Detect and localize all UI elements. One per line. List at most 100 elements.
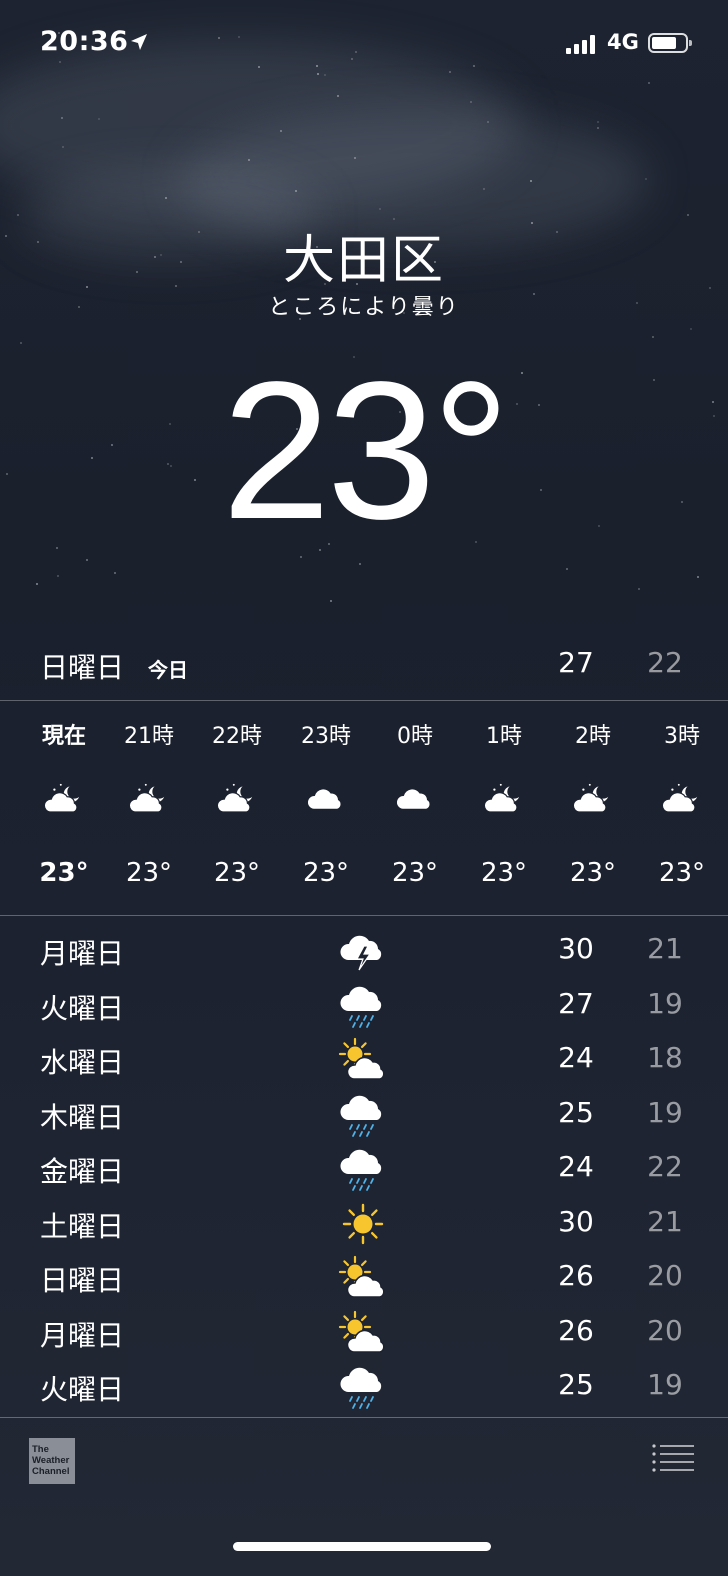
star [690,328,692,330]
star [61,117,63,119]
hourly-item: 1時 23° [459,702,549,916]
star [483,188,485,190]
today-high: 27 [558,646,594,679]
current-temperature: 23° [221,341,510,560]
daily-row: 月曜日 26 20 [0,1306,728,1360]
hourly-temp: 23° [480,858,528,888]
daily-row: 火曜日 27 19 [0,979,728,1033]
daily-row: 日曜日 26 20 [0,1251,728,1305]
list-icon[interactable] [652,1444,694,1472]
daily-row: 木曜日 25 19 [0,1088,728,1142]
star [566,568,568,570]
hourly-time: 23時 [301,724,351,749]
hourly-item: 23時 23° [281,702,371,916]
hourly-temp: 23° [125,858,173,888]
daily-day: 土曜日 [40,1209,125,1243]
daily-low: 19 [647,1368,683,1401]
star [62,146,64,148]
night-partly-cloudy-icon [483,780,524,820]
star [697,576,699,578]
hourly-item: 0時 23° [370,702,460,916]
daily-day: 金曜日 [40,1155,125,1188]
daily-day: 水曜日 [40,1046,125,1079]
daily-high: 25 [558,1095,594,1129]
partly-sunny-icon [338,1253,388,1303]
rain-icon [338,1362,388,1412]
daily-high: 26 [558,1259,594,1292]
night-partly-cloudy-icon [661,780,702,820]
star [57,575,59,577]
star [379,208,381,210]
star [359,563,361,565]
partly-sunny-icon [338,1035,388,1085]
hourly-temp: 23° [569,858,617,888]
daily-day: 日曜日 [40,1264,125,1297]
today-low: 22 [647,646,683,679]
sun-icon [338,1199,388,1249]
hourly-item: 22時 23° [192,702,282,916]
daily-day: 月曜日 [40,937,125,970]
daily-high: 30 [558,1204,594,1238]
daily-high: 24 [558,1150,594,1183]
hourly-item: 2時 23° [548,702,638,916]
divider [0,915,728,916]
daily-low: 21 [647,1204,683,1238]
daily-day: 木曜日 [40,1100,125,1134]
night-partly-cloudy-icon [128,780,169,820]
star [470,101,472,103]
daily-low: 18 [647,1041,683,1074]
star [687,214,689,216]
star [597,121,599,123]
location-arrow-icon [131,34,147,50]
night-partly-cloudy-icon [43,780,84,820]
star [36,583,38,585]
daily-day: 月曜日 [40,1318,125,1352]
home-indicator[interactable] [233,1542,491,1551]
hourly-temp: 23° [213,858,261,888]
daily-low: 22 [647,1150,683,1183]
daily-row: 金曜日 24 22 [0,1142,728,1196]
daily-row: 水曜日 24 18 [0,1033,728,1087]
daily-row: 土曜日 30 21 [0,1197,728,1251]
today-tag: 今日 [148,658,188,682]
signal-icon [566,34,595,54]
hourly-temp: 23° [658,858,706,888]
hourly-temp: 23° [391,858,439,888]
hourly-temp: 23° [39,858,89,888]
hourly-time: 現在 [41,724,86,749]
network-type: 4G [607,30,639,54]
hourly-forecast[interactable]: 現在 23° 21時 23° 22時 23° 23時 23° 0時 23° 1時 23° 2時 23° 3時… [0,702,728,916]
star [597,127,599,129]
daily-low: 21 [647,932,683,965]
today-summary: 日曜日 今日 27 22 [0,640,728,700]
night-partly-cloudy-icon [572,780,613,820]
weather-condition: ところにより曇り [268,295,460,320]
city-name: 大田区 [282,231,445,291]
cloud-icon [395,780,435,820]
thunderstorm-icon [338,926,388,976]
daily-high: 30 [558,932,594,965]
status-time: 20:36 [40,26,129,57]
daily-high: 24 [558,1041,594,1074]
rain-icon [338,981,388,1031]
daily-day: 火曜日 [40,1373,125,1406]
divider [0,700,728,701]
hourly-time: 21時 [124,724,174,749]
rain-icon [338,1090,388,1140]
daily-row: 月曜日 30 21 [0,924,728,978]
daily-row: 火曜日 25 19 [0,1360,728,1414]
star [165,197,167,199]
weather-channel-logo[interactable]: The Weather Channel [29,1438,75,1484]
star [337,95,339,97]
partly-sunny-icon [338,1308,388,1358]
status-bar: 20:36 4G [0,0,728,90]
hourly-item: 21時 23° [104,702,194,916]
hourly-item: 現在 23° [19,702,109,916]
hourly-temp: 23° [302,858,350,888]
star [17,214,19,216]
daily-low: 20 [647,1313,683,1347]
hourly-time: 22時 [212,724,262,749]
star [248,159,250,161]
hourly-time: 2時 [575,724,611,749]
daily-low: 20 [647,1259,683,1292]
